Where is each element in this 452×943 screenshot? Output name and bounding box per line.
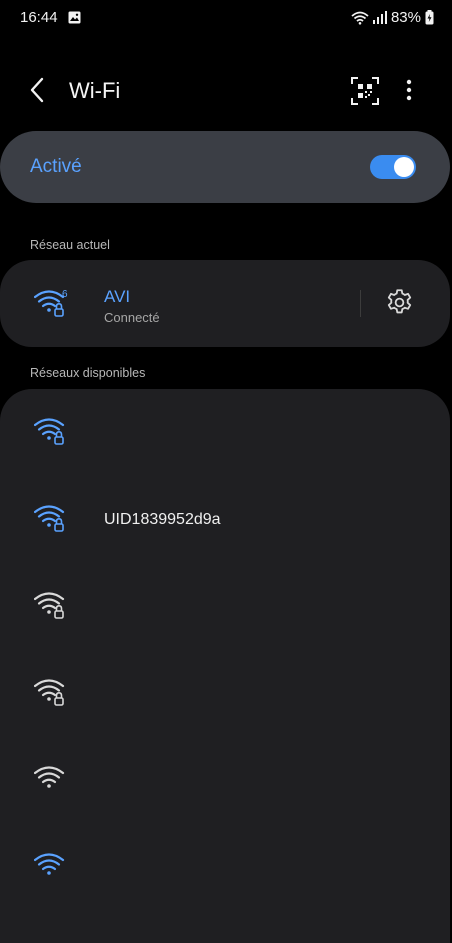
wifi-open-icon bbox=[33, 763, 70, 800]
signal-icon bbox=[372, 11, 387, 24]
wifi-secured-icon bbox=[33, 676, 70, 713]
wifi-secured-icon bbox=[33, 415, 70, 452]
network-item[interactable]: UID1839952d9a bbox=[0, 489, 450, 549]
gallery-notification-icon bbox=[68, 11, 81, 29]
toggle-label: Activé bbox=[30, 156, 82, 177]
wifi-master-toggle-row[interactable]: Activé bbox=[0, 131, 450, 203]
qr-code-scan-icon[interactable] bbox=[350, 76, 380, 106]
current-network-status: Connecté bbox=[104, 310, 160, 325]
available-networks-heading: Réseaux disponibles bbox=[30, 366, 146, 380]
current-network-heading: Réseau actuel bbox=[30, 238, 110, 252]
wifi-switch[interactable] bbox=[370, 155, 416, 179]
battery-charging-icon bbox=[425, 10, 434, 25]
network-item[interactable] bbox=[0, 402, 450, 462]
network-item[interactable] bbox=[0, 663, 450, 723]
wifi-secured-icon bbox=[33, 502, 70, 539]
current-network-item[interactable]: 6 AVI Connecté bbox=[0, 260, 450, 347]
gear-icon[interactable] bbox=[384, 287, 415, 318]
wifi-open-icon bbox=[33, 850, 70, 887]
available-networks-list: UID1839952d9a bbox=[0, 389, 450, 943]
network-name: UID1839952d9a bbox=[104, 511, 221, 528]
network-item[interactable] bbox=[0, 576, 450, 636]
network-item[interactable] bbox=[0, 837, 450, 897]
app-header: Wi-Fi bbox=[0, 60, 452, 120]
switch-knob bbox=[394, 157, 414, 177]
battery-percent: 83% bbox=[390, 9, 421, 26]
back-arrow-icon[interactable] bbox=[22, 74, 54, 106]
status-time: 16:44 bbox=[20, 9, 58, 26]
page-title: Wi-Fi bbox=[69, 78, 121, 103]
divider bbox=[360, 290, 361, 317]
current-network-name: AVI bbox=[104, 287, 131, 306]
wifi-secured-icon bbox=[33, 589, 70, 626]
more-options-icon[interactable] bbox=[397, 74, 421, 106]
network-item[interactable] bbox=[0, 750, 450, 810]
wifi6-badge: 6 bbox=[62, 289, 68, 300]
wifi-status-icon bbox=[351, 11, 369, 25]
status-bar: 16:44 83% bbox=[0, 0, 452, 36]
wifi-6-secured-icon: 6 bbox=[33, 287, 70, 324]
